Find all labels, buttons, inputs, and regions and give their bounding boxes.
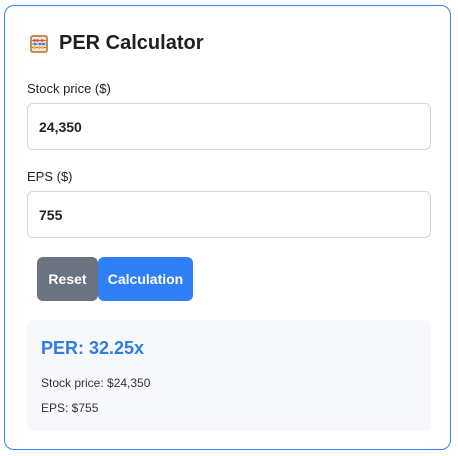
stock-price-label: Stock price ($)	[27, 81, 111, 96]
result-eps: EPS: $755	[41, 401, 99, 415]
eps-input[interactable]	[27, 191, 431, 238]
page-title: PER Calculator	[59, 32, 204, 54]
eps-label: EPS ($)	[27, 169, 73, 184]
stock-price-input[interactable]	[27, 103, 431, 150]
per-result: PER: 32.25x	[41, 338, 145, 358]
abacus-icon	[29, 34, 49, 54]
reset-button[interactable]: Reset	[37, 257, 98, 301]
header: PER Calculator	[29, 32, 203, 55]
calculate-button[interactable]: Calculation	[98, 257, 193, 301]
result-panel: PER: 32.25x Stock price: $24,350 EPS: $7…	[27, 320, 431, 431]
result-stock-price: Stock price: $24,350	[41, 376, 151, 390]
calculator-card: PER Calculator Stock price ($) EPS ($) R…	[4, 5, 451, 450]
